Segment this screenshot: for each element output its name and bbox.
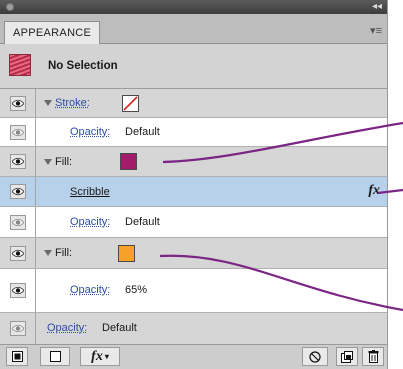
callout-line-scribble <box>377 188 403 195</box>
callout-line-fill-orange <box>159 254 403 312</box>
callout-lines <box>159 121 403 312</box>
callout-line-fill <box>162 121 403 164</box>
